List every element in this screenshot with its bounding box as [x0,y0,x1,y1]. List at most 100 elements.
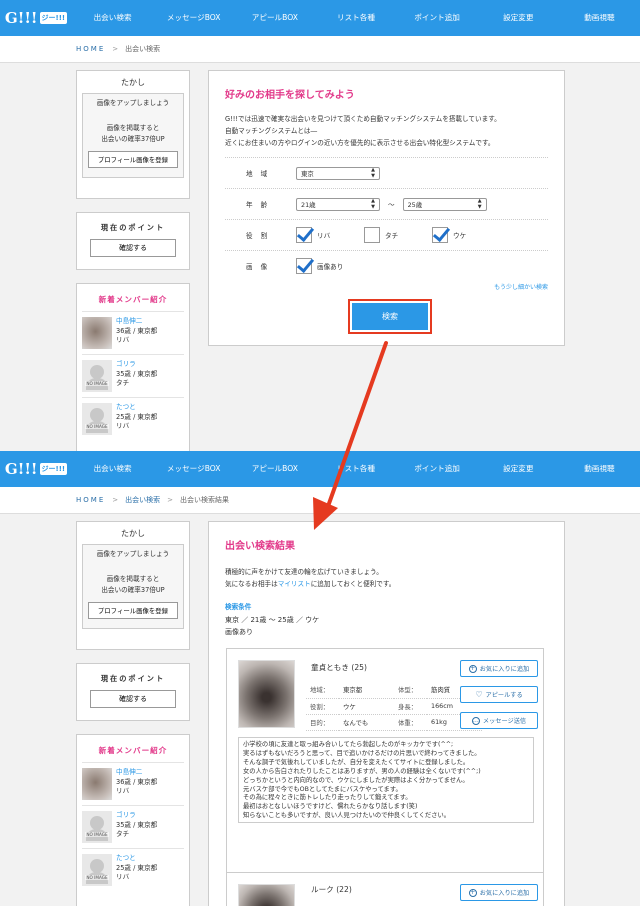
member-item[interactable]: NO IMAGE ゴリラ 35歳 / 東京都 タチ [82,805,184,848]
search-button[interactable]: 検索 [352,303,428,330]
nav-item-videos[interactable]: 動画視聴 [559,451,640,487]
search-desc-2: 自動マッチングシステムとは― [225,127,318,135]
member-item[interactable]: NO IMAGE ゴリラ 35歳 / 東京都 タチ [82,354,184,397]
member-name[interactable]: ゴリラ [116,811,157,821]
member-name[interactable]: ゴリラ [116,360,157,370]
search-form-panel: 好みのお相手を探してみよう G!!!では迅速で確実な出会いを見つけて頂くため自動… [208,70,565,346]
nav-item-add-points[interactable]: ポイント追加 [397,451,478,487]
nav-item-message-box[interactable]: メッセージBOX [153,451,234,487]
breadcrumb-home[interactable]: HOME [76,45,105,53]
nav-item-search[interactable]: 出会い検索 [72,0,153,36]
nav-item-videos[interactable]: 動画視聴 [559,0,640,36]
message-line: そんな調子で気後れしていましたが、自分を変えたくてサイトに登録しました。 [243,758,470,766]
profile-message: 小学校の頃に友達と取っ組み合いしてたら勃起したのがキッカケです(^^; 実るはず… [238,737,534,823]
result-card: 童貞ともき (25) 地域： 東京都 体型： 筋肉質 役割： ウケ 身長： 166cm 目的… [226,648,544,880]
role-checkbox-tachi[interactable] [364,227,380,243]
add-favorite-button[interactable]: + お気に入りに追加 [460,884,538,901]
no-image-avatar-icon: NO IMAGE [82,360,112,392]
member-name[interactable]: 中島伸二 [116,768,157,778]
breadcrumb-current: 出会い検索結果 [180,496,229,504]
add-favorite-button[interactable]: + お気に入りに追加 [460,660,538,677]
profile-name[interactable]: 童貞ともき (25) [311,662,367,673]
member-name[interactable]: 中島伸二 [116,317,157,327]
result-card: ルーク (22) + お気に入りに追加 [226,872,544,906]
region-select[interactable]: 東京 ▲ ▼ [296,166,380,180]
logo[interactable]: G!!! ジー!!! [0,0,72,36]
new-members-box: 新着メンバー紹介 中島伸二 36歳 / 東京都 リバ NO IMAGE ゴリラ 35歳… [76,734,190,906]
member-role: リバ [116,422,130,431]
register-photo-button[interactable]: プロフィール画像を登録 [88,151,178,168]
register-photo-button[interactable]: プロフィール画像を登録 [88,602,178,619]
no-image-label: NO IMAGE [85,381,109,386]
member-item[interactable]: NO IMAGE たつと 25歳 / 東京都 リバ [82,848,184,891]
info-value: 東京都 [339,682,394,699]
age-from-value: 21歳 [301,200,316,209]
check-points-button[interactable]: 確認する [90,690,176,708]
message-line: 小学校の頃に友達と取っ組み合いしてたら勃起したのがキッカケです(^^; [243,741,454,748]
member-name[interactable]: たつと [116,854,157,864]
age-to-select[interactable]: 25歳 ▲ ▼ [402,197,487,211]
no-image-label: NO IMAGE [85,424,109,429]
role-checkbox-riba[interactable] [296,227,312,243]
member-info: 25歳 / 東京都 [116,863,158,872]
search-title: 好みのお相手を探してみよう [225,90,355,101]
member-item[interactable]: 中島伸二 36歳 / 東京都 リバ [82,311,184,354]
no-image-avatar-icon: NO IMAGE [82,403,112,435]
nav-item-search[interactable]: 出会い検索 [72,451,153,487]
age-to-value: 25歳 [407,200,423,209]
info-key: 身長： [394,698,427,715]
nav-item-lists[interactable]: リスト各種 [315,0,396,36]
info-key: 体型： [394,682,427,699]
role-option-label: ウケ [453,232,467,240]
message-line: 実るはずもないだろうと思って、目で追いかけるだけの片思いで終わってきました。 [243,749,481,757]
member-info: 36歳 / 東京都 [116,777,158,786]
detailed-search-link[interactable]: もう少し細かい検索 [209,282,564,291]
region-label: 地域 [246,170,276,178]
member-role: リバ [116,873,130,882]
role-checkbox-uke[interactable] [432,227,448,243]
sidebar: たかし 画像をアップしましょう 画像を掲載すると 出会いの確率37倍UP プロフ… [76,521,190,906]
breadcrumb-search[interactable]: 出会い検索 [125,495,160,505]
info-key: 役割： [306,698,339,715]
member-item[interactable]: NO IMAGE たつと 25歳 / 東京都 リバ [82,397,184,440]
new-members-title: 新着メンバー紹介 [98,746,168,755]
send-message-button[interactable]: … メッセージ送信 [460,712,538,729]
nav-item-settings[interactable]: 設定変更 [478,0,559,36]
new-members-box: 新着メンバー紹介 中島伸二 36歳 / 東京都 リバ NO IMAGE ゴリラ 35歳… [76,283,190,451]
profile-name[interactable]: ルーク (22) [311,884,352,895]
mylist-link[interactable]: マイリスト [278,580,311,588]
role-option-label: リバ [317,232,331,240]
speech-bubble-icon: … [471,716,480,725]
appeal-label: アピールする [485,692,523,699]
plus-circle-icon: + [468,888,477,897]
image-checkbox[interactable] [296,258,312,274]
profile-photo[interactable] [238,884,295,906]
photo-heading: 画像をアップしましょう [96,99,170,107]
info-key: 地域： [306,682,339,699]
region-value: 東京 [301,169,314,178]
photo-msg-1: 画像を掲載すると [106,124,160,132]
logo[interactable]: G!!! ジー!!! [0,451,72,487]
breadcrumb: HOME > 出会い検索 [0,36,640,63]
check-points-button[interactable]: 確認する [90,239,176,257]
appeal-button[interactable]: ♡ アピールする [460,686,538,703]
select-arrows-icon: ▲ ▼ [477,198,482,210]
nav-item-appeal-box[interactable]: アピールBOX [234,451,315,487]
member-role: リバ [116,336,130,345]
search-desc-3: 近くにお住まいの方やログインの近い方を優先的に表示させる出会い特化型システムです… [225,139,495,147]
nav-item-message-box[interactable]: メッセージBOX [153,0,234,36]
info-key: 目的： [306,714,339,731]
nav-item-appeal-box[interactable]: アピールBOX [234,0,315,36]
member-item[interactable]: 中島伸二 36歳 / 東京都 リバ [82,762,184,805]
nav-item-add-points[interactable]: ポイント追加 [397,0,478,36]
nav-item-settings[interactable]: 設定変更 [478,451,559,487]
results-desc-1: 積極的に声をかけて友達の輪を広げていきましょう。 [225,568,383,576]
nav-item-lists[interactable]: リスト各種 [315,451,396,487]
breadcrumb-home[interactable]: HOME [76,496,105,504]
member-name[interactable]: たつと [116,403,157,413]
age-separator: 〜 [388,201,395,209]
image-label: 画像 [246,263,276,271]
profile-photo[interactable] [238,660,295,728]
age-from-select[interactable]: 21歳 ▲ ▼ [296,197,380,211]
username: たかし [121,78,145,87]
